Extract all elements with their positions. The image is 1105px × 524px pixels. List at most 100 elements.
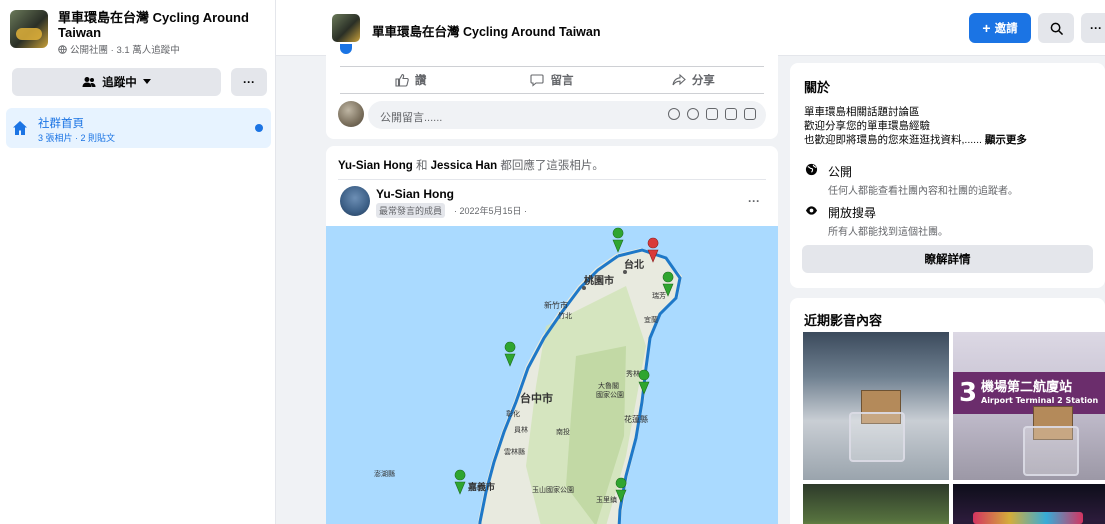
- media-thumbnail[interactable]: [803, 332, 949, 480]
- globe-icon: [804, 163, 818, 177]
- search-visibility-title: 開放搜尋: [828, 206, 877, 220]
- group-header[interactable]: 單車環島在台灣 Cycling Around Taiwan 公開社團 · 3.1…: [10, 10, 270, 56]
- map-pin-green[interactable]: [454, 469, 466, 495]
- map-pin-green[interactable]: [612, 227, 624, 253]
- group-meta-text: 公開社團 · 3.1 萬人追蹤中: [70, 45, 180, 56]
- media-thumbnail[interactable]: [803, 484, 949, 524]
- map-label-chiayi: 嘉義市: [467, 481, 495, 493]
- reaction-tail: 都回應了這張相片。: [497, 160, 604, 172]
- learn-more-button[interactable]: 瞭解詳情: [802, 245, 1093, 273]
- home-icon: [13, 121, 27, 135]
- about-desc-line-3: 也歡迎即將環島的您來逛逛找資料,......: [804, 134, 985, 146]
- media-thumbnail[interactable]: [953, 484, 1105, 524]
- search-icon: [1050, 22, 1063, 35]
- group-more-button[interactable]: ···: [231, 68, 267, 96]
- comment-label: 留言: [550, 75, 574, 87]
- current-user-avatar[interactable]: [338, 101, 364, 127]
- following-button[interactable]: 追蹤中: [12, 68, 221, 96]
- recent-media-heading: 近期影音內容: [804, 313, 883, 328]
- post-card: Yu-Sian Hong 和 Jessica Han 都回應了這張相片。 Yu-…: [326, 146, 778, 524]
- eye-icon: [804, 204, 818, 218]
- search-button[interactable]: [1038, 13, 1074, 43]
- luggage-trolley: [1023, 426, 1079, 476]
- map-pin-green[interactable]: [504, 341, 516, 367]
- map-label-yunlin: 雲林縣: [504, 447, 525, 456]
- top-contributor-badge: 最常發言的成員: [376, 203, 446, 218]
- reaction-summary: Yu-Sian Hong 和 Jessica Han 都回應了這張相片。: [338, 157, 604, 173]
- map-label-hualien: 花蓮縣: [624, 414, 648, 424]
- about-card: 關於 單車環島相關話題討論區 歡迎分享您的單車環島經驗 也歡迎即將環島的您來逛逛…: [790, 63, 1105, 288]
- avatar-sticker-icon[interactable]: [668, 108, 680, 120]
- topbar-group-title[interactable]: 單車環島在台灣 Cycling Around Taiwan: [372, 21, 600, 40]
- recent-media-card: 近期影音內容 3 機場第二航廈站 Airport Terminal 2 Stat…: [790, 298, 1105, 524]
- share-label: 分享: [691, 75, 715, 87]
- author-name[interactable]: Yu-Sian Hong: [376, 187, 454, 201]
- media-thumbnail[interactable]: 3 機場第二航廈站 Airport Terminal 2 Station: [953, 332, 1105, 480]
- station-sign-chinese: 機場第二航廈站: [981, 380, 1073, 395]
- gif-icon[interactable]: [725, 108, 737, 120]
- visibility-row: 開放搜尋 所有人都能找到這個社團。: [804, 204, 948, 238]
- community-home-label: 社群首頁: [38, 118, 84, 130]
- comment-composer: 公開留言......: [338, 101, 766, 131]
- route-map-image[interactable]: 台北 桃園市 瑞芳 新竹市 竹北 宜蘭 台中市 彰化 員林 南投 大魯閣 國家公…: [326, 226, 778, 524]
- search-visibility-desc: 所有人都能找到這個社團。: [828, 227, 948, 238]
- map-label-taipei: 台北: [624, 258, 644, 271]
- globe-icon: [58, 44, 67, 54]
- map-label-taroko-line1: 大魯閣: [598, 381, 619, 390]
- map-label-hsinchu2: 竹北: [558, 311, 572, 320]
- divider: [338, 179, 766, 180]
- map-label-puli: 南投: [556, 427, 570, 436]
- reaction-user-2[interactable]: Jessica Han: [431, 160, 498, 172]
- like-label: 讚: [414, 75, 427, 87]
- about-heading: 關於: [804, 80, 831, 95]
- previous-post-card: 讚 留言 分享 公開留言......: [326, 44, 778, 139]
- topbar-more-button[interactable]: ···: [1081, 13, 1105, 43]
- group-cover-thumbnail[interactable]: [10, 10, 48, 48]
- map-label-yuli: 玉里鎮: [596, 495, 617, 504]
- invite-label: 邀請: [994, 23, 1018, 35]
- unread-dot: [255, 124, 263, 132]
- community-home-sub: 3 張相片 · 2 則貼文: [38, 133, 116, 143]
- emoji-icon[interactable]: [687, 108, 699, 120]
- map-label-fengbin: 秀林: [626, 369, 640, 378]
- author-avatar[interactable]: [340, 186, 370, 216]
- plus-icon: +: [982, 20, 991, 36]
- group-title[interactable]: 單車環島在台灣 Cycling Around Taiwan: [58, 10, 270, 40]
- map-label-yilan: 宜蘭: [644, 315, 658, 324]
- caret-down-icon: [142, 79, 151, 84]
- comment-input[interactable]: 公開留言......: [368, 101, 766, 129]
- map-label-changhua: 彰化: [506, 409, 520, 418]
- station-sign-english: Airport Terminal 2 Station: [981, 396, 1099, 405]
- about-desc-line-2: 歡迎分享您的單車環島經驗: [804, 120, 930, 132]
- see-more-link[interactable]: 顯示更多: [985, 134, 1027, 146]
- neon-signs: [973, 512, 1083, 524]
- sticker-icon[interactable]: [744, 108, 756, 120]
- comment-tools: [668, 108, 756, 120]
- like-button[interactable]: 讚: [340, 67, 481, 93]
- post-more-button[interactable]: ···: [748, 194, 760, 208]
- station-sign: 3 機場第二航廈站 Airport Terminal 2 Station: [953, 372, 1105, 414]
- reaction-user-1[interactable]: Yu-Sian Hong: [338, 160, 413, 172]
- comment-button[interactable]: 留言: [481, 67, 622, 93]
- share-icon: [672, 73, 686, 86]
- map-label-hsinchu: 新竹市: [544, 300, 568, 310]
- group-thumbnail-small[interactable]: [332, 14, 360, 42]
- station-sign-number: 3: [959, 378, 978, 408]
- post-action-bar: 讚 留言 分享: [340, 66, 764, 94]
- about-desc-line-1: 單車環島相關話題討論區: [804, 106, 920, 118]
- group-meta: 公開社團 · 3.1 萬人追蹤中: [58, 42, 270, 56]
- post-date[interactable]: · 2022年5月15日 ·: [454, 204, 527, 217]
- comment-icon: [530, 74, 545, 87]
- invite-button[interactable]: + 邀請: [969, 13, 1031, 43]
- comment-placeholder: 公開留言......: [380, 112, 443, 124]
- privacy-public-row: 公開 任何人都能查看社團內容和社團的追蹤者。: [804, 163, 1018, 197]
- map-label-ruifang: 瑞芳: [652, 291, 666, 300]
- sidebar-item-community-home[interactable]: 社群首頁 3 張相片 · 2 則貼文: [6, 108, 271, 148]
- map-label-taichung: 台中市: [520, 391, 553, 405]
- map-label-nantou: 員林: [514, 425, 528, 434]
- people-icon: [82, 77, 96, 87]
- share-button[interactable]: 分享: [623, 67, 764, 93]
- group-sidebar: 單車環島在台灣 Cycling Around Taiwan 公開社團 · 3.1…: [0, 0, 276, 524]
- reaction-and: 和: [412, 160, 431, 172]
- camera-icon[interactable]: [706, 108, 718, 120]
